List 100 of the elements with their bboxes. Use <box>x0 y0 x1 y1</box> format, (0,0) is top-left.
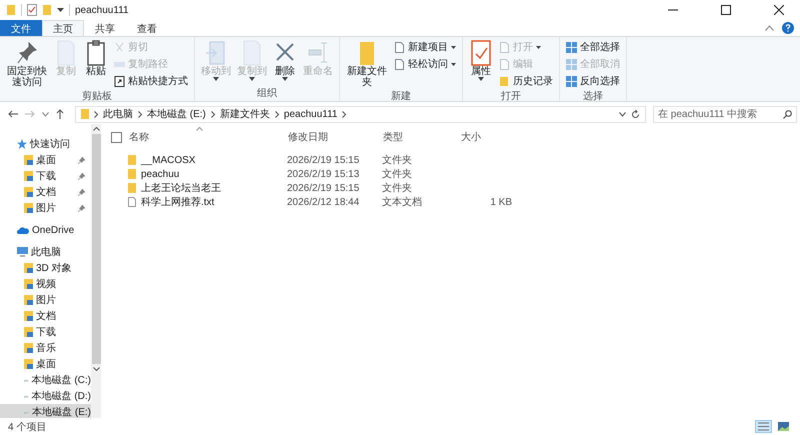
cloud-icon <box>17 226 29 234</box>
breadcrumb-item[interactable]: 新建文件夹 <box>220 107 270 121</box>
file-type: 文件夹 <box>382 182 413 195</box>
modified-date: 2026/2/19 15:13 <box>287 168 360 180</box>
sidebar-item[interactable]: 图片 <box>0 292 91 308</box>
close-icon[interactable] <box>774 5 784 15</box>
file-name[interactable]: 上老王论坛当老王 <box>141 181 221 195</box>
ribbon-tab[interactable]: 主页 <box>42 20 84 36</box>
scrollbar[interactable] <box>91 124 101 418</box>
chevron-up-icon[interactable] <box>765 25 774 31</box>
pin-icon <box>15 40 39 66</box>
text-file-icon <box>128 197 136 207</box>
sidebar-item[interactable]: 下载 <box>0 324 91 340</box>
sidebar-item[interactable]: 视频 <box>0 276 91 292</box>
ribbon-tab[interactable]: 查看 <box>126 20 168 36</box>
maximize-icon[interactable] <box>721 5 731 15</box>
breadcrumb-item[interactable]: 此电脑 <box>103 107 133 121</box>
pin-icon[interactable] <box>78 204 85 212</box>
folder-icon <box>81 109 89 119</box>
ribbon-button[interactable]: 新建项目 <box>392 39 458 55</box>
sidebar-item[interactable]: 下载 <box>0 168 91 184</box>
page-icon <box>394 42 405 52</box>
back-arrow-icon[interactable] <box>8 110 18 118</box>
sidebar-item[interactable]: 快速访问 <box>0 136 91 152</box>
modified-date: 2026/2/19 15:15 <box>287 182 360 194</box>
scroll-up-icon[interactable] <box>92 127 100 131</box>
grid-icon <box>566 42 577 52</box>
address-bar[interactable]: 此电脑 本地磁盘 (E:) 新建文件夹 peachuu111 <box>75 106 646 122</box>
chevron-down-icon[interactable] <box>619 112 626 116</box>
chevron-right-icon[interactable] <box>210 110 215 118</box>
file-type: 文件夹 <box>382 154 413 167</box>
ribbon-button[interactable]: 全部选择 <box>564 39 622 55</box>
caret-icon[interactable] <box>57 7 64 13</box>
ribbon-button[interactable]: 反向选择 <box>564 73 622 89</box>
column-header[interactable]: 名称 <box>129 130 288 144</box>
chevron-right-icon[interactable] <box>342 110 346 118</box>
folder-icon <box>24 263 33 273</box>
thumbnail-view-button[interactable] <box>775 420 792 433</box>
help-icon[interactable] <box>782 22 794 34</box>
ribbon-button[interactable]: 固定到快速访问 <box>4 39 50 89</box>
folder-icon <box>499 76 510 86</box>
refresh-icon[interactable] <box>631 110 640 118</box>
sidebar-item[interactable]: 此电脑 <box>0 244 91 260</box>
folder-icon <box>24 171 33 181</box>
up-arrow-icon[interactable] <box>56 109 64 119</box>
sidebar-item[interactable]: 本地磁盘 (D:) <box>0 388 91 404</box>
folder-icon <box>24 279 33 289</box>
computer-icon <box>17 247 28 257</box>
pin-icon[interactable] <box>78 188 85 196</box>
sidebar-item[interactable]: 3D 对象 <box>0 260 91 276</box>
folder-icon <box>24 311 33 321</box>
page-icon <box>499 58 510 70</box>
folder-icon <box>24 343 33 353</box>
sidebar-item[interactable]: 图片 <box>0 200 91 216</box>
group-label: 新建 <box>391 90 411 104</box>
chevron-right-icon[interactable] <box>274 110 279 118</box>
chevron-right-icon[interactable] <box>138 110 142 118</box>
column-header[interactable]: 类型 <box>383 130 461 144</box>
ribbon-button[interactable]: 删除 <box>271 39 299 86</box>
column-header[interactable]: 修改日期 <box>288 130 383 144</box>
sidebar-item[interactable]: 桌面 <box>0 152 91 168</box>
file-name[interactable]: 科学上网推荐.txt <box>141 195 214 209</box>
ribbon-button[interactable]: 轻松访问 <box>392 56 458 72</box>
breadcrumb-item[interactable]: 本地磁盘 (E:) <box>147 107 206 121</box>
ribbon-tab[interactable]: 文件 <box>0 20 42 36</box>
ribbon-button[interactable]: 粘贴 <box>82 39 110 89</box>
ribbon-button[interactable]: 属性 <box>467 39 495 89</box>
details-view-button[interactable] <box>755 420 772 433</box>
folder-icon <box>24 327 33 337</box>
ribbon-button[interactable]: 新建文件夹 <box>344 39 390 89</box>
sidebar-item[interactable]: 本地磁盘 (C:) <box>0 372 91 388</box>
sidebar-item[interactable]: 文档 <box>0 184 91 200</box>
folder-icon <box>24 187 33 197</box>
modified-date: 2026/2/12 18:44 <box>287 196 360 208</box>
pin-icon[interactable] <box>78 156 85 164</box>
ribbon-button[interactable]: 历史记录 <box>497 73 555 89</box>
ribbon-tab[interactable]: 共享 <box>84 20 126 36</box>
scroll-down-icon[interactable] <box>92 367 100 371</box>
sort-chevron-icon <box>196 127 203 131</box>
chevron-right-icon[interactable] <box>94 110 98 118</box>
modified-date: 2026/2/19 15:15 <box>287 154 360 166</box>
file-name[interactable]: peachuu <box>141 168 180 180</box>
sidebar-item[interactable]: OneDrive <box>0 222 91 238</box>
search-field[interactable]: 在 peachuu111 中搜索 <box>653 106 797 122</box>
ribbon-button[interactable]: 粘贴快捷方式 <box>112 73 190 89</box>
pin-icon[interactable] <box>78 172 85 180</box>
item-count: 4 个项目 <box>8 420 46 434</box>
column-header[interactable]: 大小 <box>461 130 513 144</box>
scissors-icon <box>114 42 125 52</box>
file-name[interactable]: __MACOSX <box>141 154 196 166</box>
select-all-checkbox[interactable] <box>111 132 122 142</box>
folder-icon <box>24 155 33 165</box>
chevron-down-icon[interactable] <box>42 112 49 116</box>
sidebar-item[interactable]: 文档 <box>0 308 91 324</box>
sidebar-item[interactable]: 桌面 <box>0 356 91 372</box>
breadcrumb-item[interactable]: peachuu111 <box>284 108 338 120</box>
sidebar-item[interactable]: 音乐 <box>0 340 91 356</box>
properties-icon[interactable] <box>27 4 37 16</box>
sidebar-item[interactable]: 本地磁盘 (E:) <box>0 404 91 418</box>
shortcut-arrow-icon <box>114 76 125 86</box>
